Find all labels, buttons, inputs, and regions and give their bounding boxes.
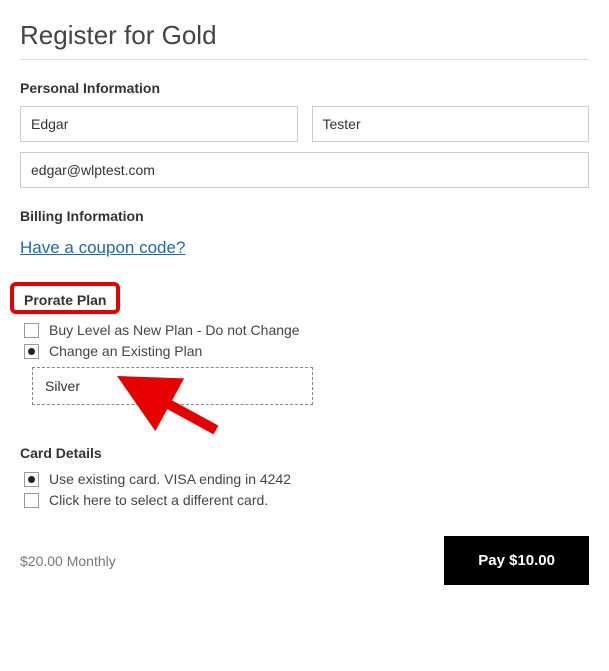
prorate-option-change[interactable]: Change an Existing Plan: [22, 343, 589, 359]
radio-icon: [24, 344, 39, 359]
first-name-field[interactable]: Edgar: [20, 106, 298, 142]
price-text: $20.00 Monthly: [20, 553, 116, 569]
personal-info-heading: Personal Information: [20, 80, 589, 96]
prorate-option-new-label: Buy Level as New Plan - Do not Change: [49, 322, 300, 338]
annotation-arrow-icon: [111, 370, 231, 450]
coupon-link[interactable]: Have a coupon code?: [20, 238, 185, 258]
billing-info-heading: Billing Information: [20, 208, 589, 224]
card-option-existing[interactable]: Use existing card. VISA ending in 4242: [22, 471, 589, 487]
radio-icon: [24, 472, 39, 487]
card-option-existing-label: Use existing card. VISA ending in 4242: [49, 471, 291, 487]
plan-select[interactable]: Silver: [32, 367, 313, 405]
card-option-different-label: Click here to select a different card.: [49, 492, 268, 508]
card-details-heading: Card Details: [20, 445, 589, 461]
email-field[interactable]: edgar@wlptest.com: [20, 152, 589, 188]
radio-icon: [24, 493, 39, 508]
radio-icon: [24, 323, 39, 338]
plan-select-value: Silver: [45, 378, 80, 394]
prorate-option-new[interactable]: Buy Level as New Plan - Do not Change: [22, 322, 589, 338]
prorate-heading: Prorate Plan: [24, 292, 106, 308]
prorate-highlight: Prorate Plan: [10, 282, 120, 314]
pay-button[interactable]: Pay $10.00: [444, 536, 589, 585]
last-name-field[interactable]: Tester: [312, 106, 590, 142]
card-option-different[interactable]: Click here to select a different card.: [22, 492, 589, 508]
page-title: Register for Gold: [20, 20, 589, 60]
prorate-option-change-label: Change an Existing Plan: [49, 343, 202, 359]
